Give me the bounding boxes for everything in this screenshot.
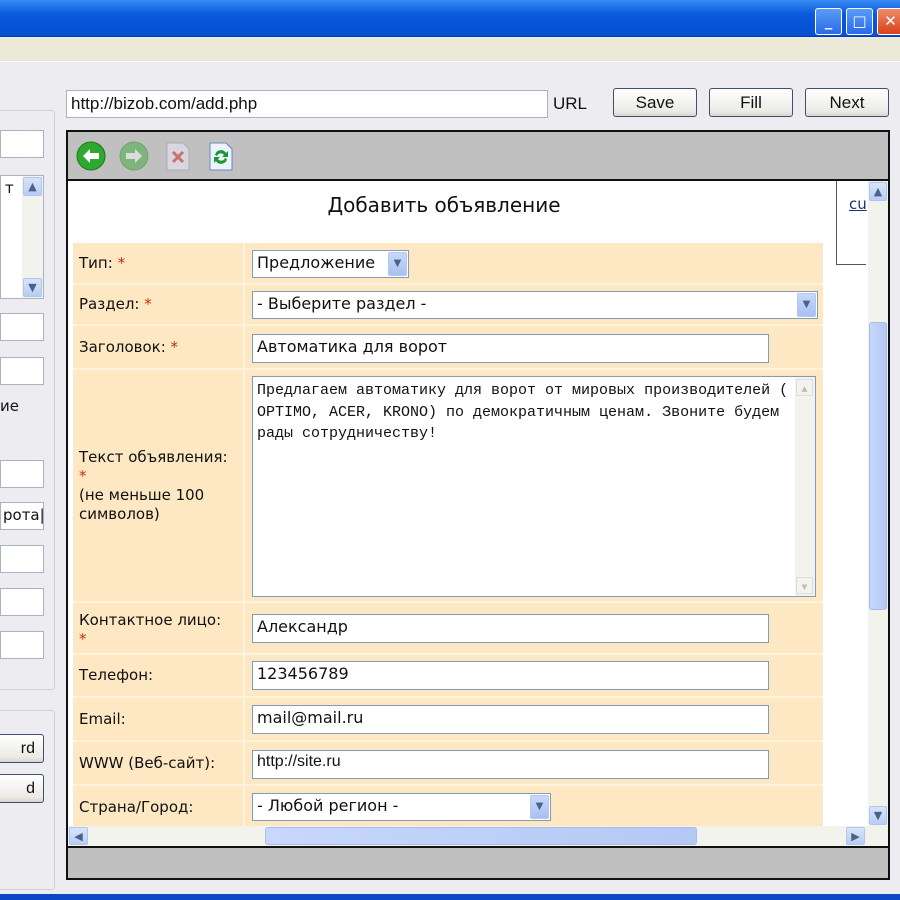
form-row-text: Текст объявления: * (не меньше 100 символо… (73, 370, 823, 603)
left-label: ие (0, 397, 19, 415)
heading-input[interactable]: Автоматика для ворот (252, 334, 769, 363)
phone-input[interactable]: 123456789 (252, 661, 769, 690)
scroll-down-icon[interactable]: ▼ (23, 278, 42, 297)
left-input-6[interactable] (0, 545, 44, 573)
refresh-icon[interactable] (205, 140, 237, 172)
side-link[interactable]: cu (849, 195, 867, 213)
form-row-region: Страна/Город: - Любой регион - ▼ (73, 786, 823, 826)
fill-button[interactable]: Fill (709, 88, 793, 117)
close-icon[interactable]: ✕ (877, 8, 900, 35)
page-title: Добавить объявление (327, 193, 561, 217)
www-input[interactable]: http://site.ru (252, 750, 769, 779)
scroll-down-icon[interactable]: ▼ (796, 577, 813, 594)
form-row-email: Email: mail@mail.ru (73, 698, 823, 742)
forward-icon[interactable] (118, 140, 150, 172)
horizontal-scroll-thumb[interactable] (265, 827, 697, 845)
left-input-4[interactable] (0, 460, 44, 488)
form-row-type: Тип: * Предложение ▼ (73, 243, 823, 285)
form-row-contact: Контактное лицо: * Александр (73, 603, 823, 655)
chevron-down-icon: ▼ (388, 252, 407, 276)
left-input-8[interactable] (0, 631, 44, 659)
window-titlebar (0, 0, 900, 37)
back-icon[interactable] (75, 140, 107, 172)
left-button-2[interactable]: d (0, 774, 44, 803)
form-row-heading: Заголовок: * Автоматика для ворот (73, 326, 823, 370)
save-button[interactable]: Save (613, 88, 697, 117)
next-button[interactable]: Next (805, 88, 889, 117)
email-input[interactable]: mail@mail.ru (252, 705, 769, 734)
section-select[interactable]: - Выберите раздел - ▼ (252, 291, 818, 319)
url-label: URL (553, 94, 588, 113)
form-row-www: WWW (Веб-сайт): http://site.ru (73, 742, 823, 786)
chevron-down-icon: ▼ (797, 293, 816, 317)
scroll-up-icon[interactable]: ▲ (796, 379, 813, 396)
form-row-phone: Телефон: 123456789 (73, 655, 823, 698)
type-select[interactable]: Предложение ▼ (252, 250, 409, 278)
scroll-up-icon[interactable]: ▲ (869, 182, 887, 201)
left-input-2[interactable] (0, 313, 44, 341)
page-content: Добавить объявление cu Тип: * Предложени… (68, 181, 868, 826)
left-input-3[interactable] (0, 357, 44, 385)
menu-bar (0, 38, 900, 62)
form-row-section: Раздел: * - Выберите раздел - ▼ (73, 285, 823, 326)
left-button-1[interactable]: rd (0, 734, 44, 763)
chevron-down-icon: ▼ (530, 795, 549, 819)
vertical-scroll-thumb[interactable] (869, 322, 887, 610)
url-input[interactable]: http://bizob.com/add.php (66, 90, 548, 118)
left-input-7[interactable] (0, 588, 44, 616)
region-select[interactable]: - Любой регион - ▼ (252, 793, 551, 821)
status-divider (68, 846, 888, 848)
scroll-up-icon[interactable]: ▲ (23, 177, 42, 196)
maximize-icon[interactable]: □ (846, 8, 873, 35)
scroll-right-icon[interactable]: ▶ (846, 827, 865, 845)
minimize-icon[interactable]: _ (815, 8, 842, 35)
contact-input[interactable]: Александр (252, 614, 769, 643)
taskbar (0, 894, 900, 900)
textarea-scrollbar[interactable] (795, 377, 815, 596)
scroll-left-icon[interactable]: ◀ (69, 827, 88, 845)
text-textarea[interactable]: Предлагаем автоматику для ворот от миров… (252, 376, 816, 597)
left-input-5[interactable]: рота| (0, 502, 44, 530)
stop-icon[interactable] (162, 140, 194, 172)
side-box: cu (836, 181, 867, 265)
left-input-1[interactable] (0, 130, 44, 158)
scroll-down-icon[interactable]: ▼ (869, 806, 887, 825)
